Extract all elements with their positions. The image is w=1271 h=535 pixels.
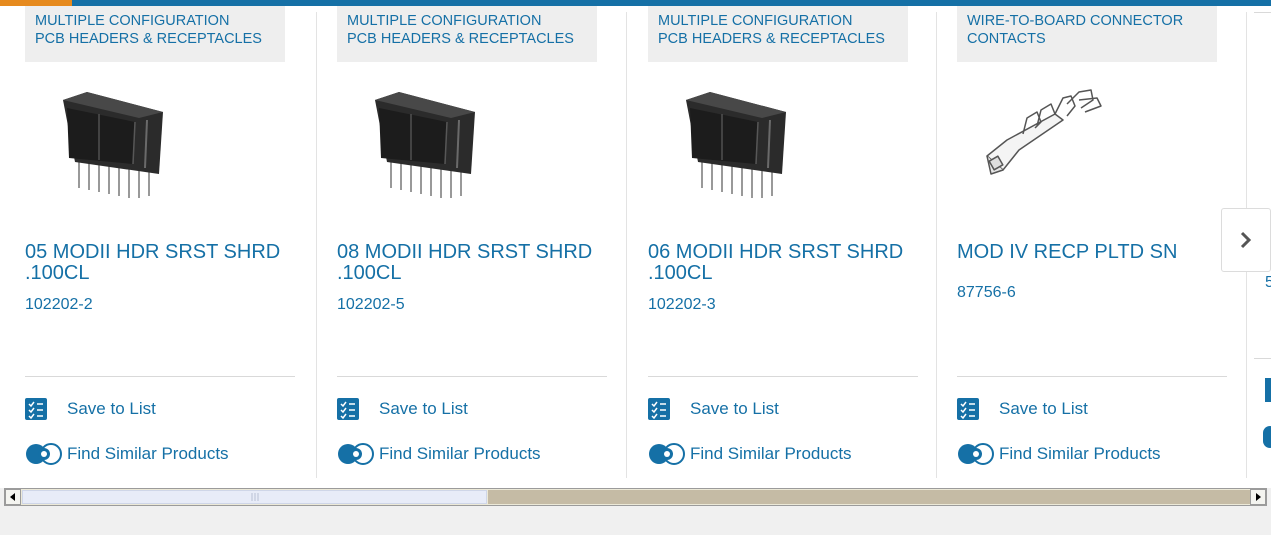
- part-number[interactable]: 87756-6: [957, 284, 1016, 302]
- product-title[interactable]: 05 MODII HDR SRST SHRD .100CL: [25, 242, 295, 284]
- crimp-contact-image[interactable]: [967, 78, 1107, 202]
- find-similar-button[interactable]: Find Similar Products: [648, 443, 852, 465]
- product-card: MULTIPLE CONFIGURATION PCB HEADERS & REC…: [337, 6, 607, 488]
- part-number[interactable]: 102202-2: [25, 296, 93, 314]
- category-label[interactable]: MULTIPLE CONFIGURATION PCB HEADERS & REC…: [648, 6, 908, 62]
- similar-products-icon: [958, 443, 994, 465]
- save-to-list-button[interactable]: Save to List: [337, 398, 468, 420]
- scroll-right-button[interactable]: [1250, 489, 1266, 505]
- pcb-header-image[interactable]: [658, 78, 798, 202]
- find-similar-button[interactable]: Find Similar Products: [957, 443, 1161, 465]
- category-label[interactable]: MULTIPLE CONFIGURATION PCB HEADERS & REC…: [337, 6, 597, 62]
- peek-similar-products-icon[interactable]: [1263, 426, 1271, 448]
- save-to-list-button[interactable]: Save to List: [25, 398, 156, 420]
- card-divider: [337, 376, 607, 377]
- product-title[interactable]: 08 MODII HDR SRST SHRD .100CL: [337, 242, 607, 284]
- scrollbar-track[interactable]: [488, 490, 1250, 504]
- similar-products-icon: [26, 443, 62, 465]
- checklist-icon: [648, 398, 670, 420]
- product-card: MULTIPLE CONFIGURATION PCB HEADERS & REC…: [25, 6, 295, 488]
- find-similar-button[interactable]: Find Similar Products: [25, 443, 229, 465]
- peek-checklist-icon[interactable]: [1265, 378, 1271, 402]
- part-number[interactable]: 102202-3: [648, 296, 716, 314]
- pcb-header-image[interactable]: [347, 78, 487, 202]
- product-card: MULTIPLE CONFIGURATION PCB HEADERS & REC…: [648, 6, 918, 488]
- similar-products-icon: [338, 443, 374, 465]
- product-carousel: MULTIPLE CONFIGURATION PCB HEADERS & REC…: [0, 6, 1271, 488]
- category-label[interactable]: WIRE-TO-BOARD CONNECTOR CONTACTS: [957, 6, 1217, 62]
- card-divider: [648, 376, 918, 377]
- card-separator: [626, 12, 627, 478]
- find-similar-button[interactable]: Find Similar Products: [337, 443, 541, 465]
- card-divider: [957, 376, 1227, 377]
- chevron-right-icon: [1240, 231, 1252, 249]
- checklist-icon: [957, 398, 979, 420]
- page-bottom-area: [0, 506, 1271, 535]
- peek-card-divider: [1254, 358, 1271, 359]
- card-separator: [936, 12, 937, 478]
- product-card: WIRE-TO-BOARD CONNECTOR CONTACTS MOD IV …: [957, 6, 1227, 488]
- save-to-list-button[interactable]: Save to List: [648, 398, 779, 420]
- checklist-icon: [337, 398, 359, 420]
- horizontal-scrollbar[interactable]: [4, 488, 1267, 506]
- arrow-left-icon: [10, 493, 15, 501]
- carousel-next-button[interactable]: [1221, 208, 1271, 272]
- peek-card-header: [1254, 12, 1271, 13]
- save-to-list-button[interactable]: Save to List: [957, 398, 1088, 420]
- pcb-header-image[interactable]: [35, 78, 175, 202]
- arrow-right-icon: [1256, 493, 1261, 501]
- product-title[interactable]: 06 MODII HDR SRST SHRD .100CL: [648, 242, 918, 284]
- similar-products-icon: [649, 443, 685, 465]
- checklist-icon: [25, 398, 47, 420]
- grip-icon: [251, 493, 258, 501]
- scroll-left-button[interactable]: [5, 489, 21, 505]
- card-divider: [25, 376, 295, 377]
- peek-card-part-number[interactable]: 5: [1265, 274, 1271, 292]
- product-title[interactable]: MOD IV RECP PLTD SN: [957, 242, 1227, 263]
- card-separator: [316, 12, 317, 478]
- part-number[interactable]: 102202-5: [337, 296, 405, 314]
- scrollbar-thumb[interactable]: [22, 490, 487, 504]
- category-label[interactable]: MULTIPLE CONFIGURATION PCB HEADERS & REC…: [25, 6, 285, 62]
